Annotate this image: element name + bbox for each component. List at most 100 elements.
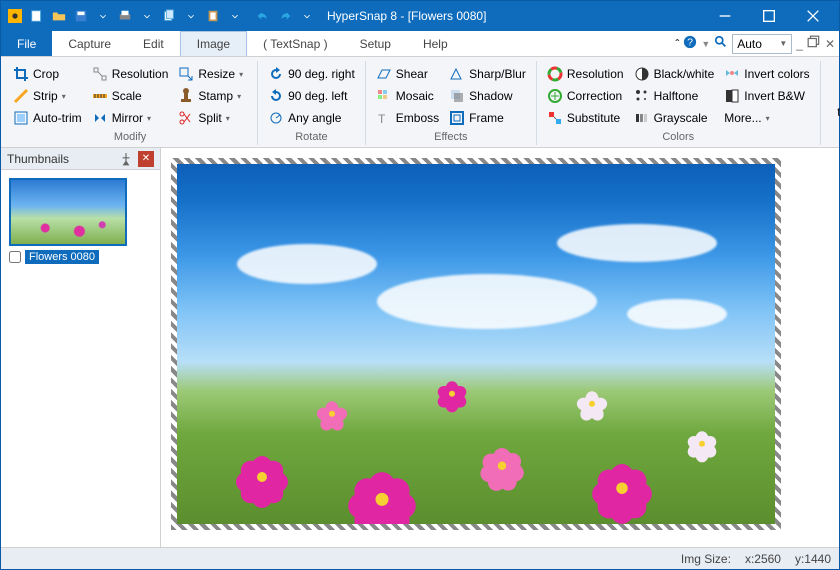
pin-icon[interactable] xyxy=(118,151,134,167)
mosaic-button[interactable]: Mosaic xyxy=(372,85,443,107)
mdi-close-icon[interactable]: ✕ xyxy=(825,37,835,51)
svg-text:T: T xyxy=(378,112,386,126)
crop-button[interactable]: Crop xyxy=(9,63,86,85)
mirror-icon xyxy=(92,110,108,126)
menu-image[interactable]: Image xyxy=(180,31,247,56)
resolution-button[interactable]: Resolution xyxy=(88,63,173,85)
emboss-icon: T xyxy=(376,110,392,126)
stamp-button[interactable]: Stamp▾ xyxy=(174,85,251,107)
rotate-left-button[interactable]: 90 deg. left xyxy=(264,85,359,107)
status-img-label: Img Size: xyxy=(681,552,731,566)
mdi-minimize-icon[interactable]: _ xyxy=(796,37,803,51)
invert-bw-button[interactable]: Invert B&W xyxy=(720,85,813,107)
paste-dropdown-icon[interactable] xyxy=(225,6,245,26)
thumbnails-close-button[interactable]: ✕ xyxy=(138,151,154,167)
new-icon[interactable] xyxy=(27,6,47,26)
minimize-button[interactable] xyxy=(703,1,747,31)
autotrim-button[interactable]: Auto-trim xyxy=(9,107,86,129)
maximize-button[interactable] xyxy=(747,1,791,31)
print-dropdown-icon[interactable] xyxy=(137,6,157,26)
crop-icon xyxy=(13,66,29,82)
ribbon-collapse-icon[interactable]: ˆ xyxy=(675,37,679,51)
emboss-button[interactable]: TEmboss xyxy=(372,107,443,129)
menu-setup[interactable]: Setup xyxy=(344,31,407,56)
canvas-area xyxy=(161,148,839,547)
mosaic-icon xyxy=(376,88,392,104)
content-area: Thumbnails ✕ Flowers 0080 xyxy=(1,148,839,547)
invert-colors-icon xyxy=(724,66,740,82)
mdi-restore-icon[interactable] xyxy=(807,35,821,52)
close-button[interactable] xyxy=(791,1,835,31)
ribbon: Crop Strip▾ Auto-trim Resolution Scale M… xyxy=(1,57,839,148)
split-icon xyxy=(178,110,194,126)
copy-icon[interactable] xyxy=(159,6,179,26)
halftone-button[interactable]: Halftone xyxy=(630,85,719,107)
correction-button[interactable]: Correction xyxy=(543,85,628,107)
saveas-dropdown-icon[interactable] xyxy=(93,6,113,26)
print-icon[interactable] xyxy=(115,6,135,26)
strip-button[interactable]: Strip▾ xyxy=(9,85,86,107)
status-y: y:1440 xyxy=(795,552,831,566)
shadow-button[interactable]: Shadow xyxy=(445,85,530,107)
color-resolution-button[interactable]: Resolution xyxy=(543,63,628,85)
ribbon-group-colors: Resolution Correction Substitute Black/w… xyxy=(537,61,821,145)
autotrim-icon xyxy=(13,110,29,126)
menu-file[interactable]: File xyxy=(1,31,52,56)
paste-icon[interactable] xyxy=(203,6,223,26)
frame-button[interactable]: Frame xyxy=(445,107,530,129)
frame-icon xyxy=(449,110,465,126)
ribbon-group-modify: Crop Strip▾ Auto-trim Resolution Scale M… xyxy=(3,61,258,145)
rotate-angle-button[interactable]: Any angle xyxy=(264,107,359,129)
rotate-left-icon xyxy=(268,88,284,104)
copy-dropdown-icon[interactable] xyxy=(181,6,201,26)
open-icon[interactable] xyxy=(49,6,69,26)
sharpblur-button[interactable]: Sharp/Blur xyxy=(445,63,530,85)
menu-capture[interactable]: Capture xyxy=(52,31,127,56)
app-icon[interactable] xyxy=(5,6,25,26)
thumbnail-label[interactable]: Flowers 0080 xyxy=(25,250,99,264)
rotate-right-icon xyxy=(268,66,284,82)
invert-bw-icon xyxy=(724,88,740,104)
mirror-button[interactable]: Mirror▾ xyxy=(88,107,173,129)
search-icon[interactable] xyxy=(714,35,728,52)
help-icon[interactable]: ? xyxy=(683,35,697,52)
usertools-button[interactable]: User tools ▾ xyxy=(827,63,840,123)
rotate-right-button[interactable]: 90 deg. right xyxy=(264,63,359,85)
correction-icon xyxy=(547,88,563,104)
blackwhite-icon xyxy=(634,66,650,82)
help-dropdown-icon[interactable]: ▼ xyxy=(701,39,710,49)
grayscale-button[interactable]: Grayscale xyxy=(630,107,719,129)
window-title: HyperSnap 8 - [Flowers 0080] xyxy=(327,9,703,23)
undo-icon[interactable] xyxy=(253,6,273,26)
qat-dropdown-icon[interactable] xyxy=(297,6,317,26)
substitute-button[interactable]: Substitute xyxy=(543,107,628,129)
thumbnails-body: Flowers 0080 xyxy=(1,170,160,547)
resize-button[interactable]: Resize▾ xyxy=(174,63,251,85)
svg-text:?: ? xyxy=(687,37,693,49)
split-button[interactable]: Split▾ xyxy=(174,107,251,129)
thumbnail-image[interactable] xyxy=(9,178,127,246)
strip-icon xyxy=(13,88,29,104)
rotate-group-label: Rotate xyxy=(264,131,359,143)
menu-edit[interactable]: Edit xyxy=(127,31,180,56)
resize-icon xyxy=(178,66,194,82)
colors-group-label: Colors xyxy=(543,131,814,143)
zoom-combo[interactable]: Auto▼ xyxy=(732,34,792,54)
invert-colors-button[interactable]: Invert colors xyxy=(720,63,813,85)
menubar-right: ˆ ? ▼ Auto▼ _ ✕ xyxy=(675,31,839,56)
shear-button[interactable]: Shear xyxy=(372,63,443,85)
image-canvas[interactable] xyxy=(177,164,775,524)
menu-help[interactable]: Help xyxy=(407,31,464,56)
save-icon[interactable] xyxy=(71,6,91,26)
redo-icon[interactable] xyxy=(275,6,295,26)
thumbnails-header: Thumbnails ✕ xyxy=(1,148,160,170)
color-wheel-icon xyxy=(547,66,563,82)
more-colors-button[interactable]: More...▾ xyxy=(720,107,813,129)
menubar: File Capture Edit Image ( TextSnap ) Set… xyxy=(1,31,839,57)
angle-icon xyxy=(268,110,284,126)
scale-button[interactable]: Scale xyxy=(88,85,173,107)
thumbnail-checkbox[interactable] xyxy=(9,251,21,263)
blackwhite-button[interactable]: Black/white xyxy=(630,63,719,85)
menu-textsnap[interactable]: ( TextSnap ) xyxy=(247,31,343,56)
effects-group-label: Effects xyxy=(372,131,530,143)
